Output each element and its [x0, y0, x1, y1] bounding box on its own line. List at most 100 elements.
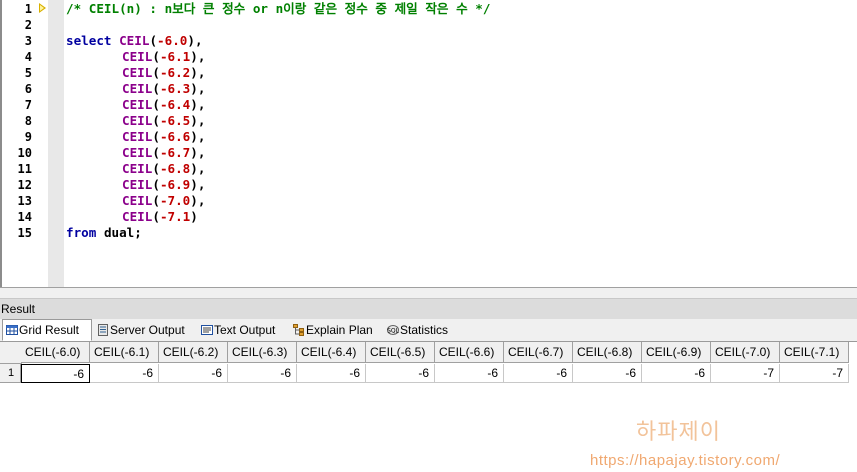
- tab-statistics[interactable]: SQL Statistics: [384, 320, 458, 340]
- code-line-select-item: CEIL(-6.5),: [122, 113, 206, 128]
- argument-value: -7.0: [159, 193, 191, 208]
- code-line-select-item: CEIL(-6.7),: [122, 145, 206, 160]
- column-header[interactable]: CEIL(-6.2): [159, 342, 228, 363]
- column-header[interactable]: CEIL(-6.9): [642, 342, 711, 363]
- column-header[interactable]: CEIL(-6.8): [573, 342, 642, 363]
- argument-value: -6.3: [159, 81, 191, 96]
- line-number: 2: [24, 18, 32, 32]
- function-name: CEIL: [122, 81, 153, 96]
- line-number: 1: [24, 2, 32, 16]
- editor-marker-strip: [48, 0, 64, 290]
- server-output-icon: [98, 324, 108, 336]
- sql-editor[interactable]: 1 2 3 4 5 6 7 8 9 10 11 12 13 14 15 /* C…: [0, 0, 857, 290]
- argument-value: -6.1: [159, 49, 191, 64]
- watermark-title: 하파제이: [636, 420, 721, 445]
- line-number: 12: [17, 178, 32, 192]
- result-tab-bar: Grid Result Server Output Text Output Ex…: [0, 319, 857, 342]
- column-header[interactable]: CEIL(-6.1): [90, 342, 159, 363]
- argument-value: -6.6: [159, 129, 191, 144]
- grid-cell[interactable]: -7: [711, 364, 780, 383]
- grid-corner[interactable]: [0, 342, 22, 364]
- function-name: CEIL: [122, 113, 153, 128]
- row-number[interactable]: 1: [0, 364, 21, 383]
- line-number: 6: [24, 82, 32, 96]
- code-line-select-item: CEIL(-7.1): [122, 209, 198, 224]
- grid-cell[interactable]: -6: [504, 364, 573, 383]
- code-line-select-item: CEIL(-6.1),: [122, 49, 206, 64]
- code-comment: /* CEIL(n) : n보다 큰 정수 or n이랑 같은 정수 중 제일 …: [66, 1, 491, 16]
- grid-cell[interactable]: -6: [642, 364, 711, 383]
- code-area[interactable]: /* CEIL(n) : n보다 큰 정수 or n이랑 같은 정수 중 제일 …: [66, 0, 846, 290]
- statistics-icon: SQL: [387, 325, 399, 335]
- line-number: 15: [17, 226, 32, 240]
- function-name: CEIL: [122, 161, 153, 176]
- column-header[interactable]: CEIL(-6.0): [21, 342, 90, 363]
- function-name: CEIL: [122, 145, 153, 160]
- grid-header-row: CEIL(-6.0) CEIL(-6.1) CEIL(-6.2) CEIL(-6…: [0, 342, 857, 364]
- result-panel-title: Result: [1, 302, 36, 316]
- function-name: CEIL: [122, 129, 153, 144]
- argument-value: -6.7: [159, 145, 191, 160]
- line-number: 14: [17, 210, 32, 224]
- grid-cell[interactable]: -6: [90, 364, 159, 383]
- line-number: 8: [24, 114, 32, 128]
- function-name: CEIL: [122, 49, 153, 64]
- column-header[interactable]: CEIL(-6.6): [435, 342, 504, 363]
- watermark-url: https://hapajay.tistory.com/: [590, 452, 781, 469]
- line-number: 10: [17, 146, 32, 160]
- argument-value: -6.9: [159, 177, 191, 192]
- line-number: 9: [24, 130, 32, 144]
- function-name: CEIL: [119, 33, 150, 48]
- panel-splitter[interactable]: [0, 287, 857, 298]
- tab-label: Grid Result: [19, 323, 80, 337]
- column-header[interactable]: CEIL(-6.5): [366, 342, 435, 363]
- column-header[interactable]: CEIL(-6.4): [297, 342, 366, 363]
- tab-grid-result[interactable]: Grid Result: [2, 319, 92, 341]
- result-panel-header: Result: [0, 298, 857, 319]
- column-header[interactable]: CEIL(-7.0): [711, 342, 780, 363]
- argument-value: -6.4: [159, 97, 191, 112]
- grid-cell[interactable]: -6: [21, 364, 90, 383]
- tab-label: Text Output: [214, 323, 276, 337]
- current-line-arrow-icon: [39, 3, 46, 13]
- column-header[interactable]: CEIL(-6.7): [504, 342, 573, 363]
- code-line-from: from dual;: [66, 225, 142, 240]
- code-line-select: select CEIL(-6.0),: [66, 33, 203, 48]
- line-number: 4: [24, 50, 32, 64]
- function-name: CEIL: [122, 177, 153, 192]
- tab-label: Statistics: [400, 323, 449, 337]
- tab-server-output[interactable]: Server Output: [94, 320, 196, 340]
- code-line-select-item: CEIL(-6.8),: [122, 161, 206, 176]
- argument-value: -6.2: [159, 65, 191, 80]
- grid-cell[interactable]: -6: [297, 364, 366, 383]
- tab-text-output[interactable]: Text Output: [198, 320, 288, 340]
- line-number: 5: [24, 66, 32, 80]
- code-line-select-item: CEIL(-6.2),: [122, 65, 206, 80]
- grid-cell[interactable]: -6: [435, 364, 504, 383]
- code-line-select-item: CEIL(-6.9),: [122, 177, 206, 192]
- function-name: CEIL: [122, 97, 153, 112]
- grid-cell[interactable]: -6: [366, 364, 435, 383]
- tab-explain-plan[interactable]: Explain Plan: [290, 320, 382, 340]
- grid-cell[interactable]: -6: [228, 364, 297, 383]
- function-name: CEIL: [122, 193, 153, 208]
- argument-value: -6.0: [157, 33, 188, 48]
- tab-label: Server Output: [110, 323, 185, 337]
- grid-cell[interactable]: -6: [159, 364, 228, 383]
- code-line-select-item: CEIL(-6.6),: [122, 129, 206, 144]
- line-number-gutter: 1 2 3 4 5 6 7 8 9 10 11 12 13 14 15: [2, 0, 48, 290]
- column-header[interactable]: CEIL(-7.1): [780, 342, 849, 363]
- grid-cell[interactable]: -7: [780, 364, 849, 383]
- grid-cell[interactable]: -6: [573, 364, 642, 383]
- select-keyword: select: [66, 33, 112, 48]
- function-name: CEIL: [122, 65, 153, 80]
- svg-text:SQL: SQL: [387, 328, 399, 335]
- column-header[interactable]: CEIL(-6.3): [228, 342, 297, 363]
- function-name: CEIL: [122, 209, 153, 224]
- tab-label: Explain Plan: [306, 323, 373, 337]
- explain-plan-icon: [293, 324, 304, 336]
- table-name: dual: [103, 225, 135, 240]
- from-keyword: from: [66, 225, 97, 240]
- argument-value: -6.8: [159, 161, 191, 176]
- code-line-select-item: CEIL(-6.3),: [122, 81, 206, 96]
